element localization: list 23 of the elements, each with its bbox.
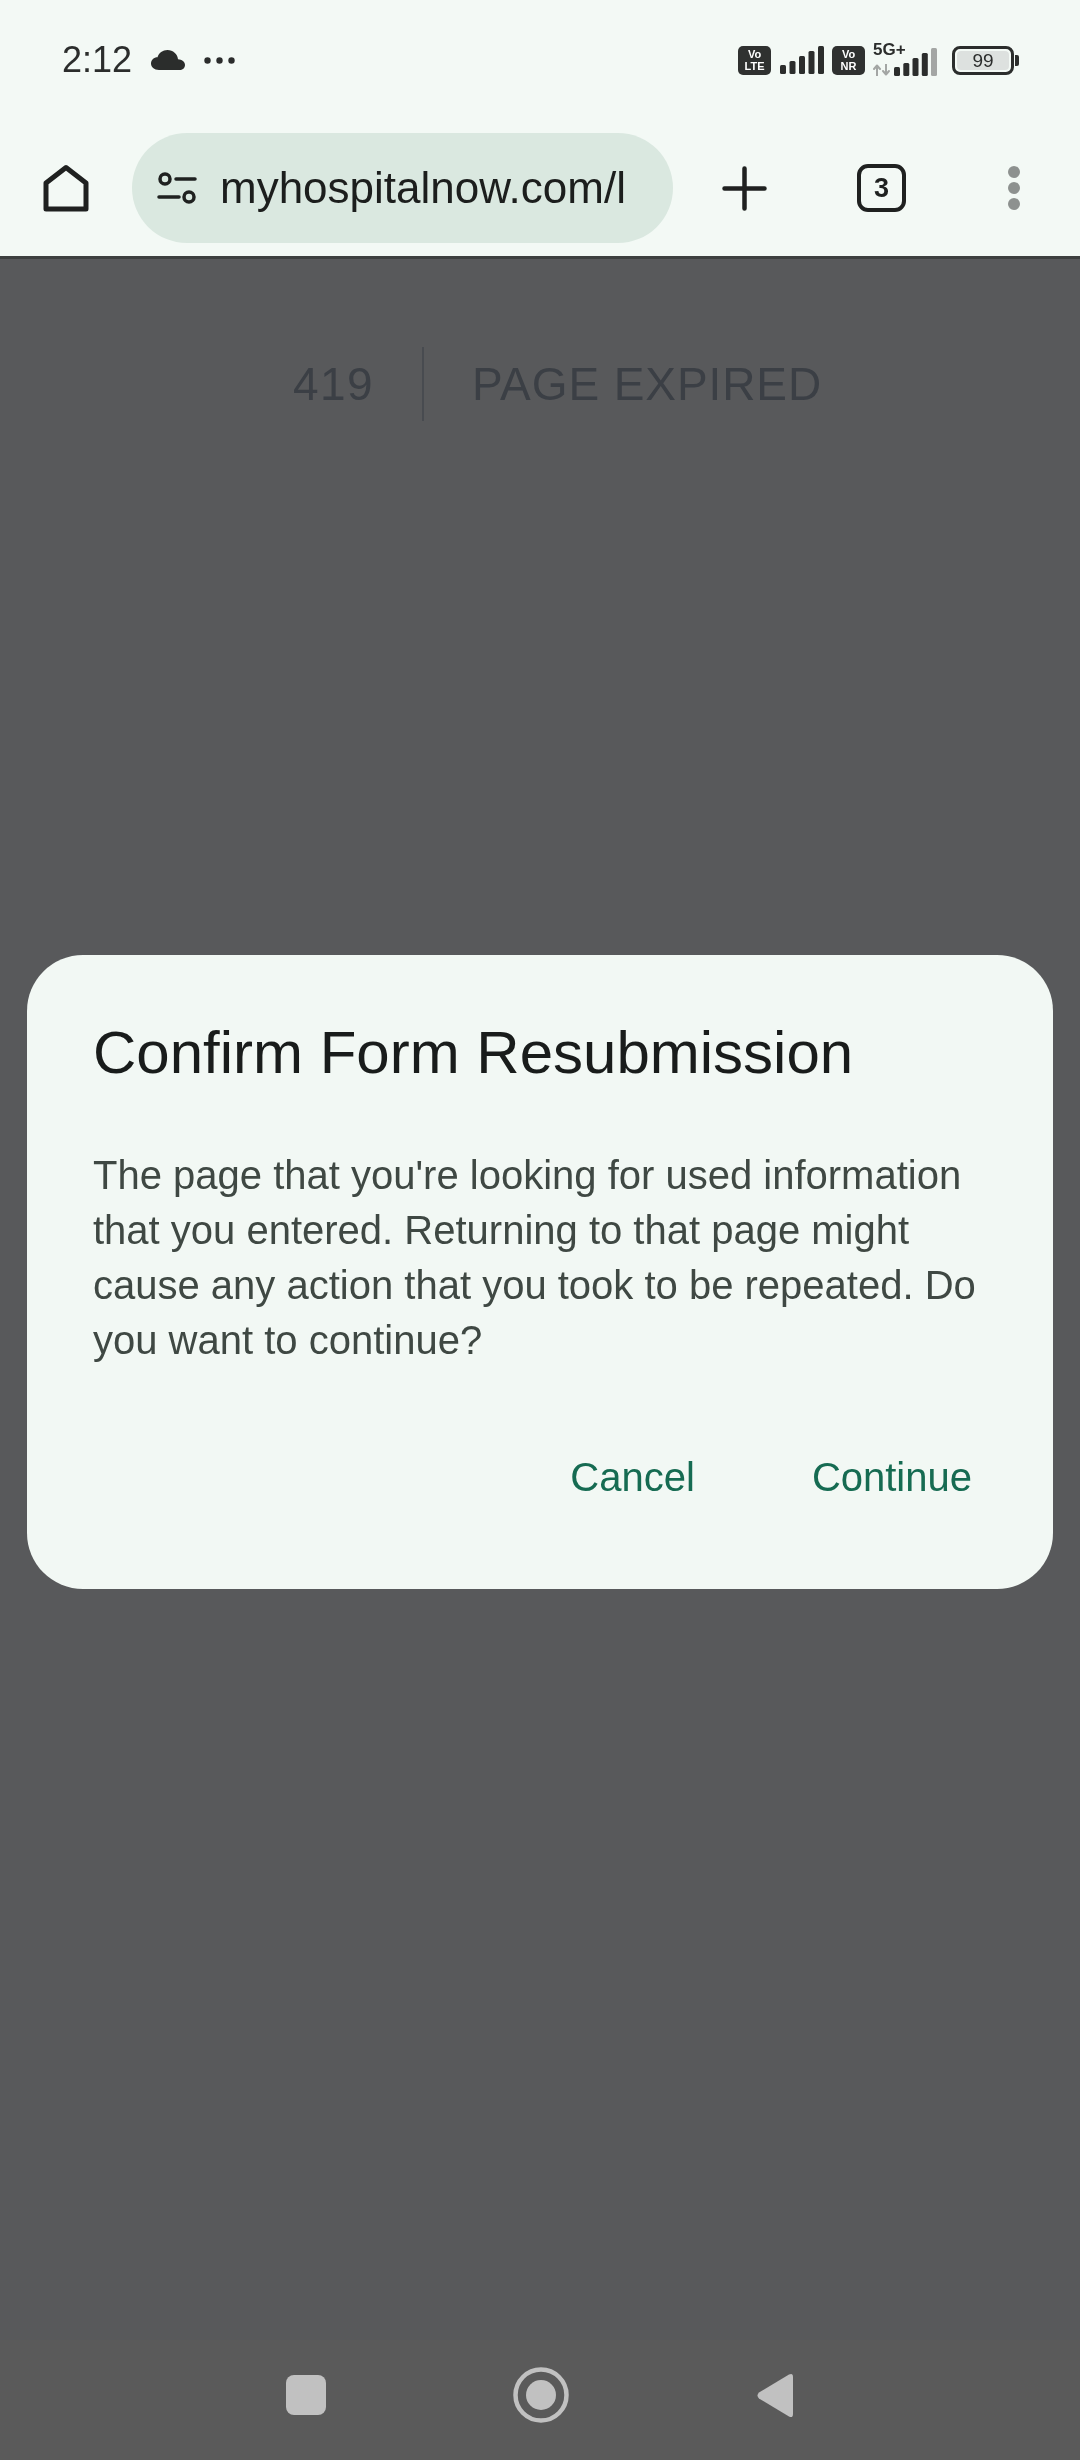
network-type-label: 5G+ bbox=[873, 40, 906, 58]
house-icon[interactable] bbox=[41, 164, 91, 212]
signal-icon bbox=[780, 46, 824, 74]
url-text: myhospitalnow.com/l bbox=[220, 166, 626, 210]
data-arrows-icon bbox=[873, 63, 890, 76]
battery-indicator: 99 bbox=[952, 45, 1019, 75]
more-dots-icon bbox=[204, 56, 236, 64]
network-badge: Vo NR bbox=[832, 45, 865, 75]
back-icon[interactable] bbox=[756, 2371, 793, 2419]
tab-switcher-button[interactable]: 3 bbox=[857, 164, 906, 212]
circle-icon[interactable] bbox=[513, 2367, 569, 2423]
clock-time: 2:12 bbox=[62, 42, 133, 78]
dialog-message: The page that you're looking for used information that you entered. Returning to that page might cause any action that you took to be repeated. Do you want to continue? bbox=[93, 1152, 977, 1364]
cloud-icon bbox=[151, 50, 186, 70]
more-menu-icon[interactable] bbox=[1007, 165, 1021, 211]
tune-icon[interactable] bbox=[157, 171, 197, 205]
cancel-button[interactable]: Cancel bbox=[538, 1437, 727, 1517]
dialog-title: Confirm Form Resubmission bbox=[93, 1018, 855, 1088]
network-badge: Vo LTE bbox=[738, 45, 771, 75]
address-bar[interactable]: myhospitalnow.com/l bbox=[132, 133, 673, 243]
continue-button[interactable]: Continue bbox=[779, 1437, 1004, 1517]
square-icon[interactable] bbox=[286, 2375, 326, 2415]
plus-icon[interactable] bbox=[722, 165, 767, 211]
